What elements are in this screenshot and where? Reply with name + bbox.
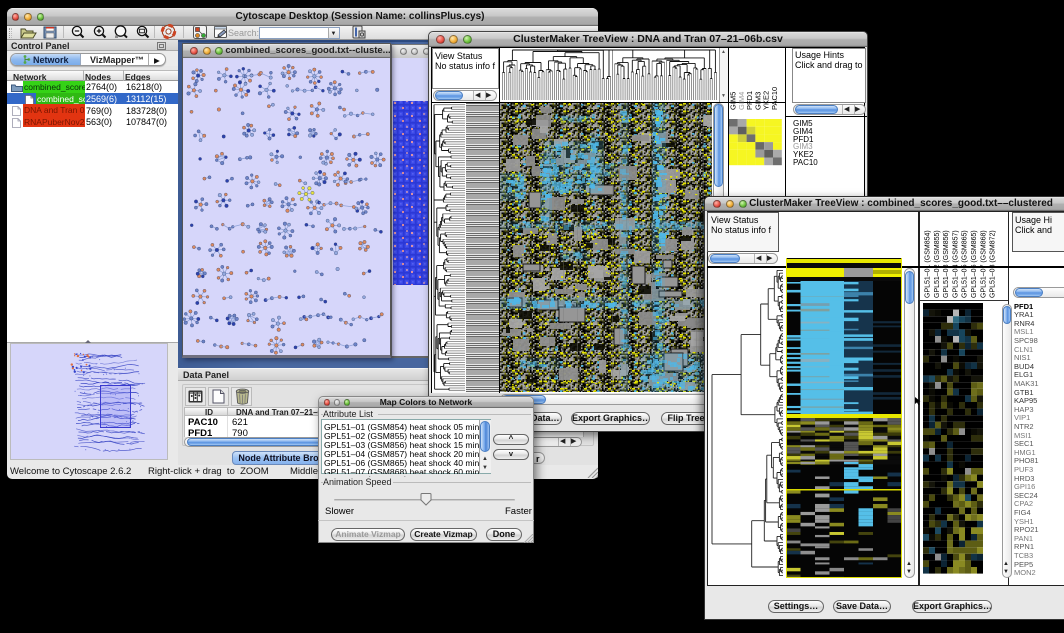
svg-text:GPL51–07 (GSM868): GPL51–07 (GSM868) — [980, 230, 987, 298]
svg-text:GPL51–05 (GSM865): GPL51–05 (GSM865) — [962, 230, 969, 298]
svg-text:PAC10: PAC10 — [770, 87, 779, 110]
svg-text:GPL51–08 (GSM872): GPL51–08 (GSM872) — [990, 230, 997, 298]
svg-text:GPL51–01 (GSM854): GPL51–01 (GSM854) — [925, 230, 932, 298]
svg-text:GPL51–02 (GSM855): GPL51–02 (GSM855) — [934, 230, 941, 298]
svg-text:GPL51–03 (GSM856): GPL51–03 (GSM856) — [943, 230, 950, 298]
svg-text:GPL51–06 (GSM865): GPL51–06 (GSM865) — [971, 230, 978, 298]
svg-text:GPL51–04 (GSM857): GPL51–04 (GSM857) — [952, 230, 959, 298]
